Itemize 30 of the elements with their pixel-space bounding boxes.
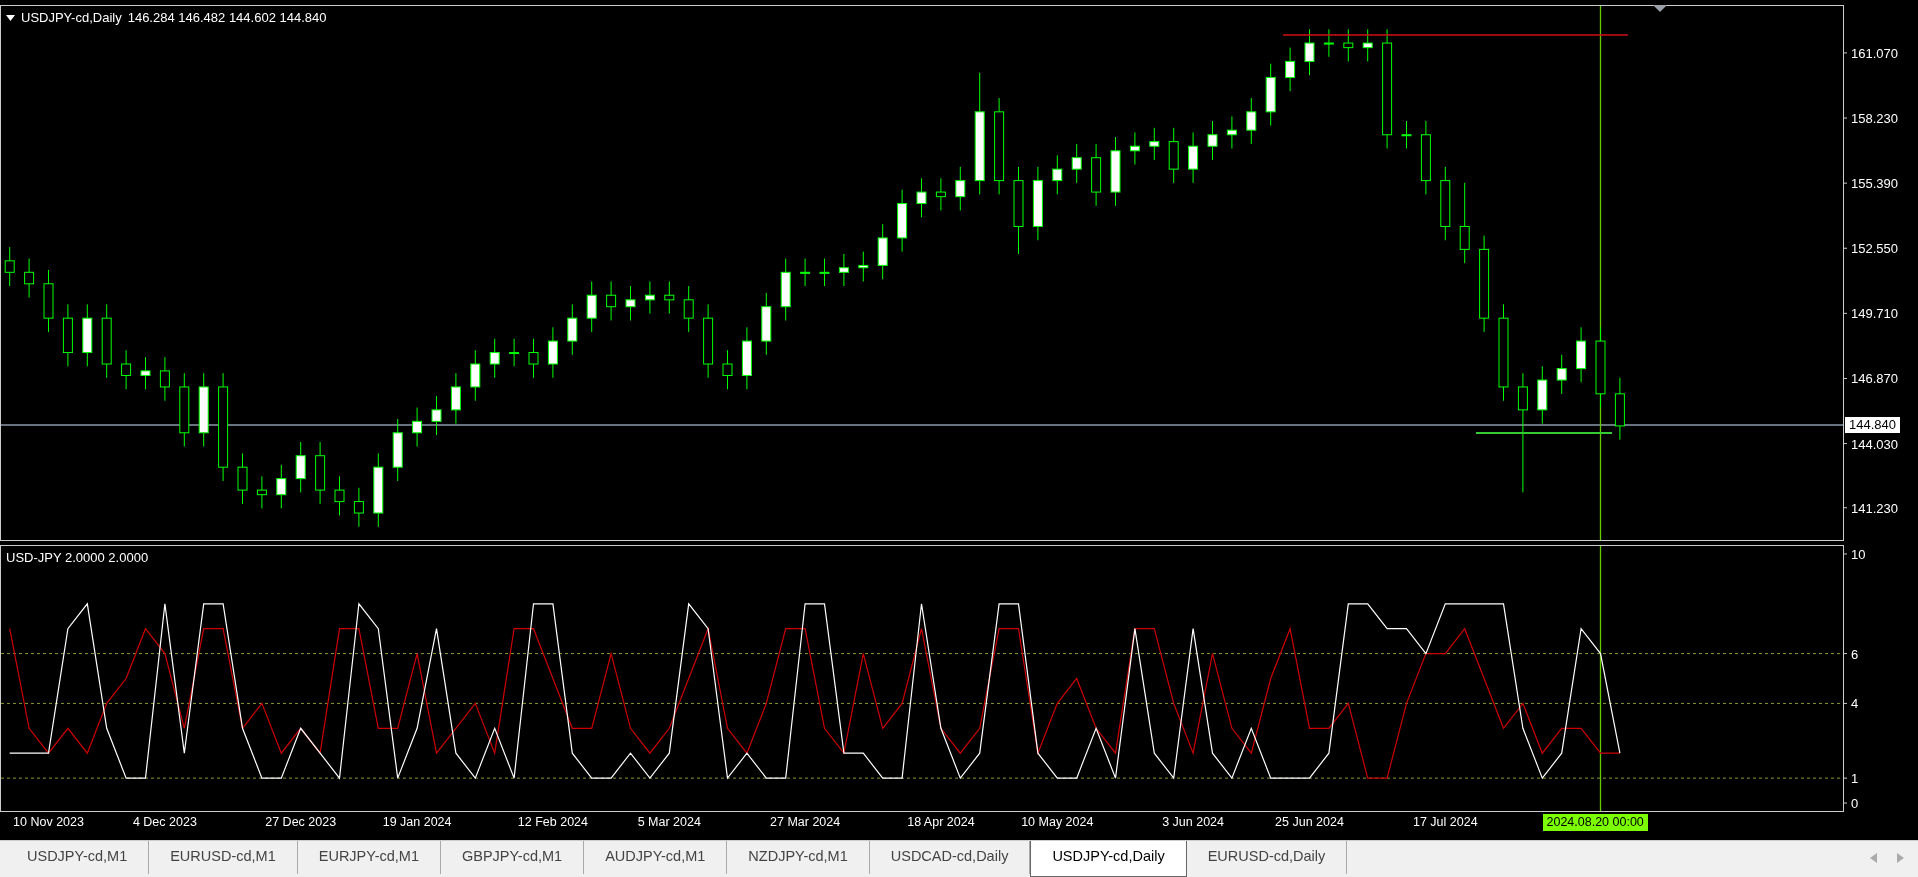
date-label: 3 Jun 2024 <box>1162 814 1224 831</box>
axis-label: 1 <box>1851 771 1859 787</box>
date-label: 12 Feb 2024 <box>517 814 588 831</box>
axis-label: 158.230 <box>1851 111 1898 126</box>
axis-label: 4 <box>1851 696 1859 712</box>
date-label: 10 May 2024 <box>1021 814 1094 831</box>
axis-label: 149.710 <box>1851 306 1898 322</box>
axis-label: 155.390 <box>1851 176 1898 192</box>
date-label: 27 Dec 2023 <box>265 814 337 831</box>
axis-label: 161.070 <box>1851 45 1898 61</box>
date-label: 25 Jun 2024 <box>1275 814 1344 831</box>
date-label: 4 Dec 2023 <box>132 814 197 831</box>
indicator-title: USD-JPY 2.0000 2.0000 <box>6 549 149 567</box>
date-label: 17 Jul 2024 <box>1413 814 1478 831</box>
axis-label: 6 <box>1851 646 1859 662</box>
cursor-date-label: 2024.08.20 00:00 <box>1542 813 1648 831</box>
ohlc-values: 146.284 146.482 144.602 144.840 <box>127 9 327 27</box>
chart-symbol: USDJPY-cd,Daily <box>21 9 122 27</box>
axis-label: 146.870 <box>1851 371 1898 387</box>
date-label: 27 Mar 2024 <box>770 814 841 831</box>
axis-label: 152.550 <box>1851 241 1898 257</box>
axis-label: 144.030 <box>1851 436 1898 452</box>
date-label: 5 Mar 2024 <box>637 814 701 831</box>
axis-label: 141.230 <box>1851 500 1898 516</box>
date-label: 10 Nov 2023 <box>13 814 84 831</box>
axis-label: 0 <box>1851 796 1859 812</box>
current-price-label: 144.840 <box>1845 417 1900 433</box>
axis-label: 10 <box>1851 546 1866 562</box>
date-label: 18 Apr 2024 <box>907 814 975 831</box>
date-label: 19 Jan 2024 <box>382 814 452 831</box>
